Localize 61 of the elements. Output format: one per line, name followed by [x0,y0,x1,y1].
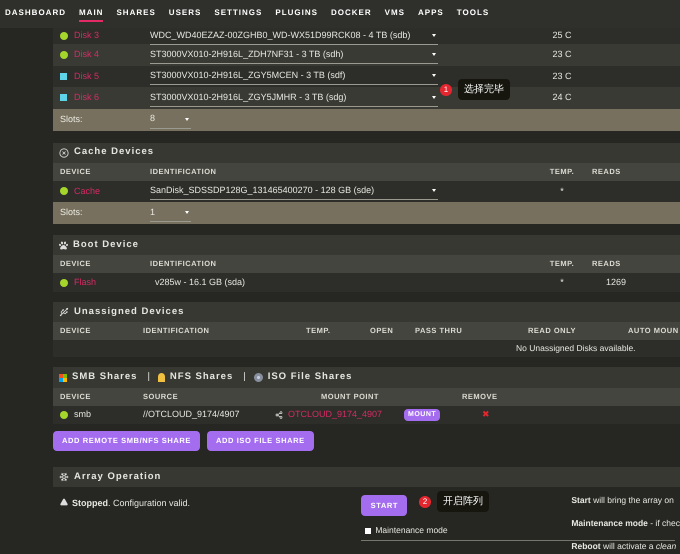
section-title: Cache Devices [74,145,154,160]
device-select[interactable]: ST3000VX010-2H916L_ZGY5MCEN - 3 TB (sdf) [150,67,438,86]
caret-icon [432,96,436,99]
temperature: * [559,184,565,198]
warning-icon [60,498,68,506]
device-select[interactable]: 1 [150,204,191,222]
temperature: 24 C [551,91,572,104]
slots-label: Slots: [60,112,84,126]
caret-icon [185,211,189,214]
device-select[interactable]: 8 [150,110,191,128]
help-text: Start will bring the array on [571,495,675,506]
caret-icon [432,74,436,78]
paw-icon [59,240,68,250]
tab-separator: | [147,370,150,384]
array-status: Stopped. Configuration valid. [72,497,190,510]
device-select[interactable]: ST3000VX010-2H916L_ZGY5JMHR - 3 TB (sdg) [150,88,438,107]
section-title: Array Operation [74,470,162,484]
device-name: smb [74,408,92,422]
nav-tab[interactable]: SHARES [116,6,156,22]
nav-tab[interactable]: SETTINGS [214,6,262,22]
reads: 1269 [606,276,626,289]
nav-tab[interactable]: DOCKER [330,6,372,22]
nav-tab[interactable]: APPS [418,6,444,22]
share-tab[interactable]: ISO File Shares [268,370,352,385]
share-tab[interactable]: SMB Shares [72,370,138,385]
nav-tab[interactable]: TOOLS [456,6,490,22]
annotation-label: 选择完毕 [458,79,510,100]
tab-separator: | [243,370,246,384]
nav-tab[interactable]: VMS [384,6,405,22]
source: //OTCLOUD_9174/4907 [143,408,241,422]
nav-tab[interactable]: USERS [168,6,202,22]
section-title: Boot Device [73,238,139,252]
temperature: 25 C [551,29,572,42]
temperature: * [559,276,565,289]
help-text: Maintenance mode - if chec [571,518,680,529]
empty-message: No Unassigned Disks available. [516,342,636,355]
identification: v285w - 16.1 GB (sda) [154,276,246,289]
device-select[interactable]: ST3000VX010-2H916L_ZDH7NF31 - 3 TB (sdh) [150,46,438,64]
windows-icon [59,374,67,382]
slots-label: Slots: [60,206,84,220]
maintenance-checkbox[interactable] [365,528,372,534]
section-title: Unassigned Devices [74,304,184,319]
help-text: Reboot will activate a clean [571,541,678,552]
device-select[interactable]: SanDisk_SDSSDP128G_131465400270 - 128 GB (sde) [150,182,438,200]
annotation-label: 开启阵列 [437,491,489,512]
temperature: 23 C [551,70,572,82]
nav-tab[interactable]: MAIN [79,6,104,22]
snowflake-icon [59,472,69,482]
temperature: 23 C [551,48,572,61]
usb-icon [59,307,69,317]
caret-icon [432,34,436,37]
share-icon [275,411,283,419]
caret-icon [185,118,189,120]
nav-tab[interactable]: PLUGINS [275,6,318,22]
share-tab[interactable]: NFS Shares [170,370,234,385]
checkbox-label: Maintenance mode [375,524,448,537]
step-badge: 2 [419,496,431,508]
caret-icon [432,189,436,192]
cache-icon [59,148,69,158]
caret-icon [432,52,436,56]
nav-tab[interactable]: DASHBOARD [5,6,66,22]
